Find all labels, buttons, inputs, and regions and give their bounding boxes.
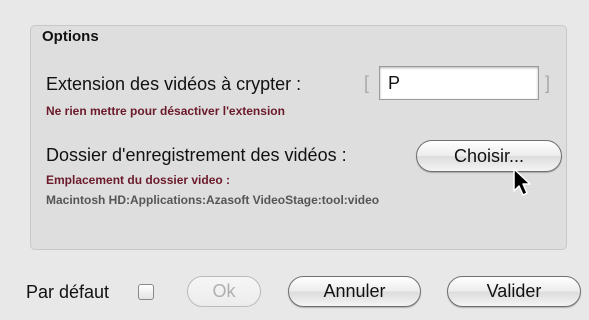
choose-folder-button[interactable]: Choisir... — [416, 140, 562, 172]
extension-bracket-open: [ — [364, 73, 370, 93]
options-group-title: Options — [42, 28, 99, 45]
default-checkbox[interactable] — [138, 284, 154, 300]
options-group-box — [30, 25, 567, 250]
mouse-pointer-icon — [513, 168, 531, 196]
extension-input[interactable] — [379, 66, 539, 100]
folder-path: Macintosh HD:Applications:Azasoft VideoS… — [46, 193, 380, 207]
default-label: Par défaut — [26, 282, 110, 302]
validate-button[interactable]: Valider — [447, 276, 581, 307]
extension-hint: Ne rien mettre pour désactiver l'extensi… — [46, 104, 285, 118]
extension-bracket-close: ] — [545, 73, 551, 93]
folder-label: Dossier d'enregistrement des vidéos : — [46, 145, 347, 165]
extension-label: Extension des vidéos à crypter : — [46, 74, 302, 94]
ok-button[interactable]: Ok — [187, 276, 261, 307]
cancel-button[interactable]: Annuler — [288, 276, 421, 307]
folder-location-label: Emplacement du dossier video : — [46, 173, 231, 187]
